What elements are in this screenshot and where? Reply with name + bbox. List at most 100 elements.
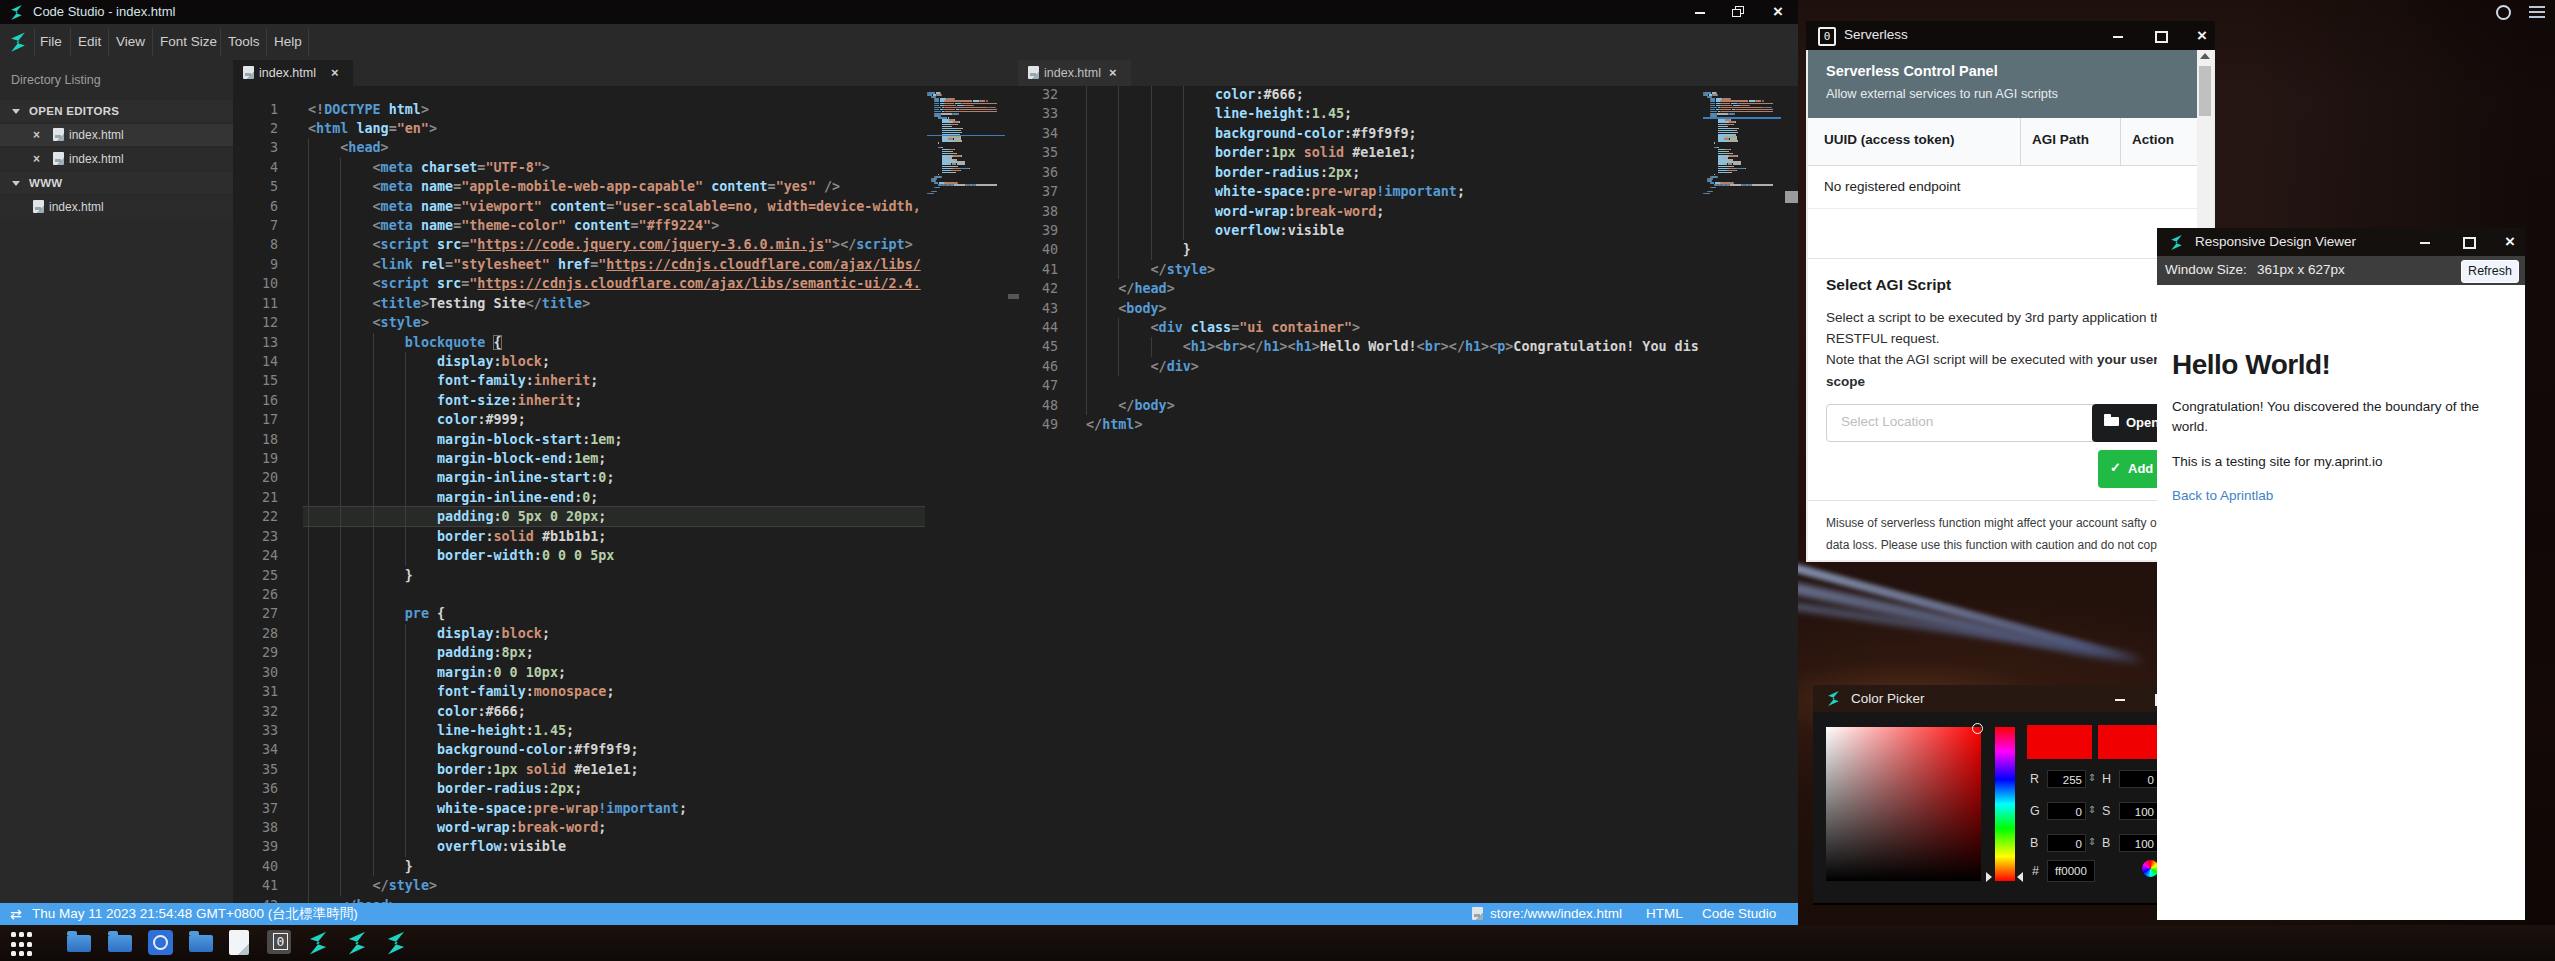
taskbar-disc-icon[interactable] — [148, 930, 173, 955]
code-line: border:solid #b1b1b1; — [437, 527, 606, 546]
indent-guide — [340, 197, 341, 216]
note-line2: scope — [1826, 374, 1865, 389]
sidebar-file-item[interactable]: ×index.html — [0, 148, 233, 170]
close-file-icon[interactable]: × — [33, 148, 40, 170]
line-number: 3 — [233, 138, 278, 157]
serverless-maximize-button[interactable] — [2153, 29, 2167, 43]
indent-guide — [340, 566, 341, 585]
indent-guide — [405, 740, 406, 759]
taskbar-folder-icon[interactable] — [67, 930, 93, 956]
taskbar-codestudio-icon[interactable] — [344, 930, 370, 956]
minimap-1[interactable] — [927, 92, 1005, 202]
sidebar-file-item[interactable]: × index.html — [0, 124, 233, 146]
taskbar-folder-icon[interactable] — [189, 930, 215, 956]
loading-circle-icon[interactable] — [2496, 5, 2511, 20]
sv-cursor[interactable] — [1972, 723, 1983, 734]
minimap-2[interactable] — [1703, 92, 1781, 202]
indent-guide — [405, 624, 406, 643]
status-datetime: Thu May 11 2023 21:54:48 GMT+0800 (台北標準時… — [32, 903, 358, 925]
file-name: index.html — [69, 124, 124, 146]
code-line: </body> — [1118, 396, 1174, 415]
indent-guide — [1118, 357, 1119, 376]
responsive-viewer-logo-icon — [2168, 234, 2185, 251]
status-file-path[interactable]: store:/www/index.html — [1490, 903, 1622, 925]
field-input[interactable]: 100 — [2119, 834, 2158, 852]
field-input[interactable]: 0 — [2047, 834, 2086, 852]
menu-file[interactable]: File — [40, 24, 62, 60]
indent-guide — [308, 857, 309, 876]
close-button[interactable]: × — [1771, 5, 1785, 19]
file-icon — [243, 66, 254, 79]
code-line: </div> — [1151, 357, 1199, 376]
line-number: 40 — [233, 857, 278, 876]
tab-index-html-1[interactable]: index.html× — [233, 60, 353, 86]
field-input[interactable]: 100 — [2119, 802, 2158, 820]
field-input[interactable]: 0 — [2119, 770, 2158, 788]
scroll-up-arrow[interactable] — [2200, 53, 2210, 59]
minimize-button[interactable] — [1693, 5, 1707, 19]
field-label: B — [2030, 836, 2038, 850]
indent-guide — [1151, 221, 1152, 240]
code-pane-2[interactable]: 32color:#666;33line-height:1.45;34backgr… — [1015, 86, 1700, 903]
line-number: 44 — [1015, 318, 1058, 337]
editor-area: 1<!DOCTYPE html>2<html lang="en">3<head>… — [233, 86, 1798, 903]
line-number: 36 — [1015, 163, 1058, 182]
picker-minimize-button[interactable] — [2113, 692, 2127, 706]
taskbar-folder-icon[interactable] — [108, 930, 134, 956]
menu-view[interactable]: View — [116, 24, 145, 60]
line-number: 24 — [233, 546, 278, 565]
refresh-button[interactable]: Refresh — [2461, 260, 2519, 283]
menu-edit[interactable]: Edit — [78, 24, 101, 60]
field-input[interactable]: 255 — [2047, 770, 2086, 788]
hex-input[interactable]: ff0000 — [2047, 860, 2095, 882]
serverless-minimize-button[interactable] — [2111, 29, 2125, 43]
field-label: G — [2030, 804, 2040, 818]
menu-icon[interactable] — [2529, 6, 2545, 18]
spinner-icon[interactable]: ⇕ — [2088, 836, 2096, 847]
close-file-icon[interactable]: × — [33, 124, 40, 146]
sidebar-section-www[interactable]: WWW — [0, 172, 233, 194]
hue-slider[interactable] — [1995, 727, 2015, 881]
indent-guide — [308, 585, 309, 604]
spinner-icon[interactable]: ⇕ — [2088, 804, 2096, 815]
status-language[interactable]: HTML — [1646, 903, 1683, 925]
rdv-maximize-button[interactable] — [2461, 235, 2475, 249]
restore-button[interactable] — [1731, 5, 1745, 19]
code-pane-1[interactable]: 1<!DOCTYPE html>2<html lang="en">3<head>… — [233, 86, 925, 903]
saturation-value-square[interactable] — [1826, 727, 1981, 881]
menu-font-size[interactable]: Font Size — [160, 24, 217, 60]
tab-index-html-2[interactable]: index.html× — [1018, 60, 1131, 86]
rdv-minimize-button[interactable] — [2418, 235, 2432, 249]
menu-help[interactable]: Help — [274, 24, 302, 60]
line-number: 43 — [1015, 299, 1058, 318]
taskbar-document-icon[interactable] — [229, 930, 255, 956]
code-line: color:#666; — [437, 702, 526, 721]
menu-separator — [220, 28, 221, 56]
scrollbar-thumb[interactable] — [2199, 66, 2211, 116]
pane2-scrollbar-thumb[interactable] — [1785, 191, 1798, 203]
serverless-table-header: UUID (access token) AGI Path Action — [1808, 118, 2197, 166]
picker-field-b2: B0⇕ — [2030, 834, 2100, 852]
app-launcher-icon[interactable] — [11, 930, 37, 958]
line-number: 36 — [233, 779, 278, 798]
input-placeholder: Select Location — [1841, 414, 1933, 429]
rdv-close-button[interactable]: × — [2503, 235, 2517, 249]
sidebar-file-item[interactable]: index.html — [0, 196, 233, 218]
spinner-icon[interactable]: ⇕ — [2088, 772, 2096, 783]
menu-tools[interactable]: Tools — [228, 24, 260, 60]
serverless-empty-row: No registered endpoint — [1808, 165, 2197, 209]
indent-guide — [308, 643, 309, 662]
taskbar-serverless-icon[interactable] — [267, 930, 293, 956]
taskbar-codestudio-icon[interactable] — [383, 930, 409, 956]
code-line: overflow:visible — [1215, 221, 1344, 240]
taskbar-codestudio-icon[interactable] — [305, 930, 331, 956]
tab-close-icon[interactable]: × — [1109, 60, 1117, 86]
select-location-input[interactable]: Select Location — [1826, 404, 2094, 442]
tab-close-icon[interactable]: × — [331, 60, 339, 86]
back-to-aprintlab-link[interactable]: Back to Aprintlab — [2172, 488, 2273, 503]
status-bar: ⇄ Thu May 11 2023 21:54:48 GMT+0800 (台北標… — [0, 903, 1798, 925]
field-input[interactable]: 0 — [2047, 802, 2086, 820]
sidebar-section-open-editors[interactable]: OPEN EDITORS — [0, 100, 233, 122]
serverless-close-button[interactable]: × — [2195, 29, 2209, 43]
code-line: <link rel="stylesheet" href="https://cdn… — [373, 255, 921, 274]
